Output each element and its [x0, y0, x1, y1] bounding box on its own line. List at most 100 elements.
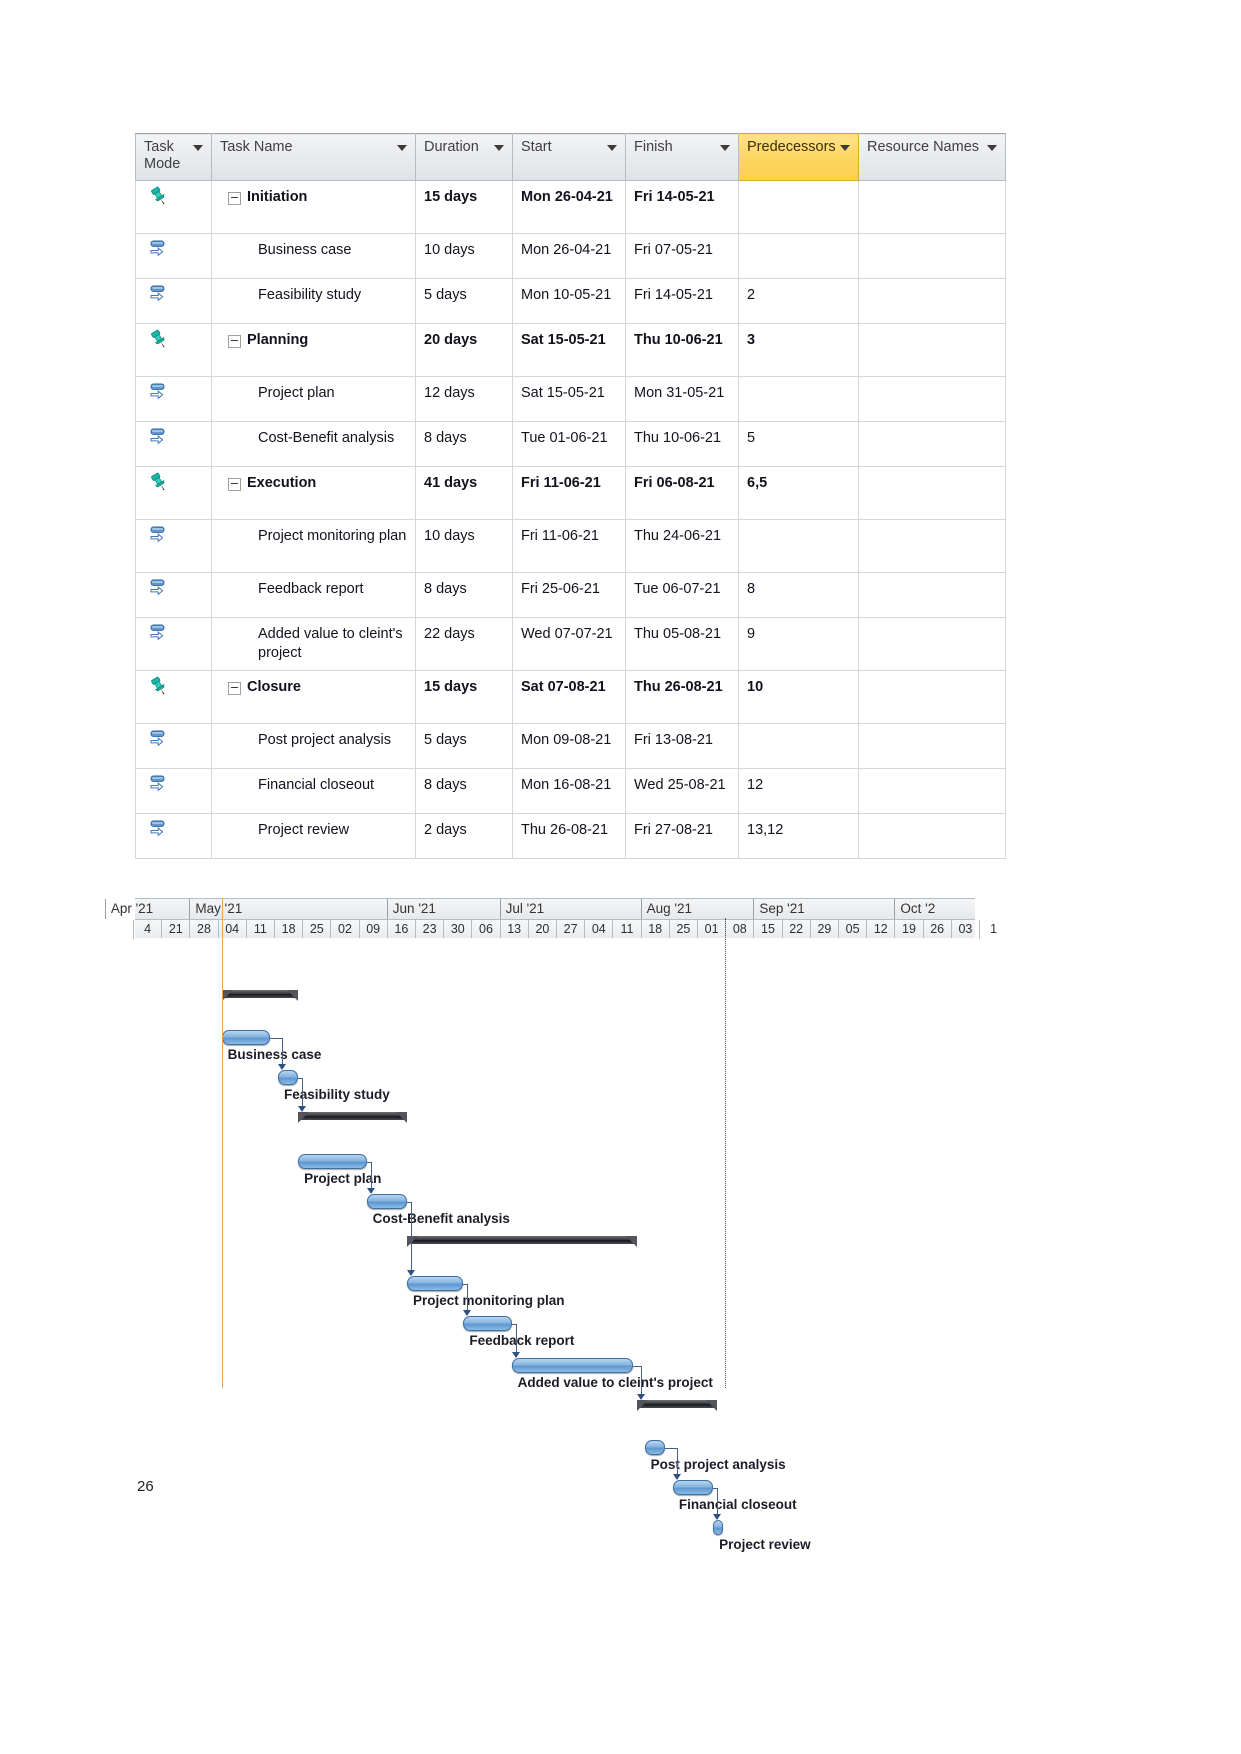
- task-name-cell[interactable]: Planning: [211, 323, 416, 377]
- task-mode-cell[interactable]: [135, 466, 212, 520]
- finish-date-cell[interactable]: Fri 07-05-21: [625, 233, 739, 279]
- chevron-down-icon[interactable]: [607, 145, 617, 151]
- start-date-cell[interactable]: Mon 26-04-21: [512, 180, 626, 234]
- collapse-toggle-icon[interactable]: [228, 478, 241, 491]
- task-name-cell[interactable]: Execution: [211, 466, 416, 520]
- gantt-task-bar[interactable]: [644, 1440, 665, 1455]
- duration-cell[interactable]: 41 days: [415, 466, 513, 520]
- gantt-task-bar[interactable]: [463, 1316, 512, 1331]
- predecessors-cell[interactable]: 10: [738, 670, 859, 724]
- duration-cell[interactable]: 15 days: [415, 670, 513, 724]
- finish-date-cell[interactable]: Fri 06-08-21: [625, 466, 739, 520]
- gantt-task-bar[interactable]: [672, 1480, 714, 1495]
- finish-date-cell[interactable]: Thu 26-08-21: [625, 670, 739, 724]
- start-date-cell[interactable]: Fri 11-06-21: [512, 466, 626, 520]
- pushpin-icon[interactable]: [148, 185, 170, 207]
- task-name-cell[interactable]: Feasibility study: [211, 278, 416, 324]
- predecessors-cell[interactable]: 12: [738, 768, 859, 814]
- predecessors-cell[interactable]: 3: [738, 323, 859, 377]
- predecessors-cell[interactable]: 2: [738, 278, 859, 324]
- start-date-cell[interactable]: Mon 09-08-21: [512, 723, 626, 769]
- resource-names-cell[interactable]: [858, 233, 1006, 279]
- task-name-cell[interactable]: Project review: [211, 813, 416, 859]
- duration-cell[interactable]: 8 days: [415, 768, 513, 814]
- finish-date-cell[interactable]: Wed 25-08-21: [625, 768, 739, 814]
- table-row[interactable]: Project monitoring plan 10 days Fri 11-06-…: [135, 519, 1006, 573]
- finish-date-cell[interactable]: Fri 13-08-21: [625, 723, 739, 769]
- pushpin-icon[interactable]: [148, 328, 170, 350]
- task-mode-cell[interactable]: [135, 813, 212, 859]
- resource-names-cell[interactable]: [858, 768, 1006, 814]
- manual-task-icon[interactable]: [148, 577, 170, 599]
- resource-names-cell[interactable]: [858, 670, 1006, 724]
- resource-names-cell[interactable]: [858, 519, 1006, 573]
- column-header-duration[interactable]: Duration: [415, 133, 513, 181]
- gantt-summary-bar[interactable]: [298, 1112, 407, 1123]
- pushpin-icon[interactable]: [148, 471, 170, 493]
- manual-task-icon[interactable]: [148, 524, 170, 546]
- table-row[interactable]: Cost-Benefit analysis 8 days Tue 01-06-21 T…: [135, 421, 1006, 467]
- resource-names-cell[interactable]: [858, 278, 1006, 324]
- finish-date-cell[interactable]: Fri 27-08-21: [625, 813, 739, 859]
- chevron-down-icon[interactable]: [840, 145, 850, 151]
- start-date-cell[interactable]: Mon 10-05-21: [512, 278, 626, 324]
- duration-cell[interactable]: 12 days: [415, 376, 513, 422]
- gantt-summary-bar[interactable]: [636, 1400, 718, 1411]
- predecessors-cell[interactable]: [738, 519, 859, 573]
- duration-cell[interactable]: 22 days: [415, 617, 513, 671]
- manual-task-icon[interactable]: [148, 238, 170, 260]
- manual-task-icon[interactable]: [148, 283, 170, 305]
- gantt-task-bar[interactable]: [511, 1358, 633, 1373]
- table-row[interactable]: Project review 2 days Thu 26-08-21 Fri 27-0…: [135, 813, 1006, 859]
- task-mode-cell[interactable]: [135, 572, 212, 618]
- chevron-down-icon[interactable]: [494, 145, 504, 151]
- gantt-task-bar[interactable]: [406, 1276, 464, 1291]
- task-name-cell[interactable]: Added value to cleint's project: [211, 617, 416, 671]
- predecessors-cell[interactable]: 6,5: [738, 466, 859, 520]
- predecessors-cell[interactable]: [738, 233, 859, 279]
- duration-cell[interactable]: 8 days: [415, 421, 513, 467]
- table-row[interactable]: Closure 15 days Sat 07-08-21 Thu 26-08-21 10: [135, 670, 1006, 724]
- finish-date-cell[interactable]: Mon 31-05-21: [625, 376, 739, 422]
- task-mode-cell[interactable]: [135, 376, 212, 422]
- predecessors-cell[interactable]: [738, 180, 859, 234]
- finish-date-cell[interactable]: Thu 24-06-21: [625, 519, 739, 573]
- chevron-down-icon[interactable]: [987, 145, 997, 151]
- resource-names-cell[interactable]: [858, 723, 1006, 769]
- table-row[interactable]: Initiation 15 days Mon 26-04-21 Fri 14-05-2…: [135, 180, 1006, 234]
- task-name-cell[interactable]: Project monitoring plan: [211, 519, 416, 573]
- pushpin-icon[interactable]: [148, 675, 170, 697]
- predecessors-cell[interactable]: 5: [738, 421, 859, 467]
- task-name-cell[interactable]: Initiation: [211, 180, 416, 234]
- start-date-cell[interactable]: Fri 11-06-21: [512, 519, 626, 573]
- table-row[interactable]: Added value to cleint's project 22 days We…: [135, 617, 1006, 671]
- table-row[interactable]: Feedback report 8 days Fri 25-06-21 Tue 06-…: [135, 572, 1006, 618]
- table-row[interactable]: Financial closeout 8 days Mon 16-08-21 Wed …: [135, 768, 1006, 814]
- task-name-cell[interactable]: Closure: [211, 670, 416, 724]
- start-date-cell[interactable]: Thu 26-08-21: [512, 813, 626, 859]
- gantt-task-bar[interactable]: [221, 1030, 270, 1045]
- manual-task-icon[interactable]: [148, 773, 170, 795]
- collapse-toggle-icon[interactable]: [228, 335, 241, 348]
- duration-cell[interactable]: 2 days: [415, 813, 513, 859]
- start-date-cell[interactable]: Mon 26-04-21: [512, 233, 626, 279]
- table-row[interactable]: Post project analysis 5 days Mon 09-08-21 F…: [135, 723, 1006, 769]
- column-header-start[interactable]: Start: [512, 133, 626, 181]
- gantt-task-bar[interactable]: [298, 1154, 367, 1169]
- task-mode-cell[interactable]: [135, 278, 212, 324]
- task-mode-cell[interactable]: [135, 180, 212, 234]
- task-mode-cell[interactable]: [135, 768, 212, 814]
- table-row[interactable]: Planning 20 days Sat 15-05-21 Thu 10-06-21 3: [135, 323, 1006, 377]
- resource-names-cell[interactable]: [858, 376, 1006, 422]
- gantt-task-bar[interactable]: [278, 1070, 299, 1085]
- gantt-summary-bar[interactable]: [221, 990, 299, 1001]
- table-row[interactable]: Execution 41 days Fri 11-06-21 Fri 06-08-21…: [135, 466, 1006, 520]
- start-date-cell[interactable]: Mon 16-08-21: [512, 768, 626, 814]
- table-row[interactable]: Feasibility study 5 days Mon 10-05-21 Fri 1…: [135, 278, 1006, 324]
- resource-names-cell[interactable]: [858, 572, 1006, 618]
- duration-cell[interactable]: 5 days: [415, 723, 513, 769]
- start-date-cell[interactable]: Fri 25-06-21: [512, 572, 626, 618]
- duration-cell[interactable]: 15 days: [415, 180, 513, 234]
- column-header-resource-names[interactable]: Resource Names: [858, 133, 1006, 181]
- start-date-cell[interactable]: Tue 01-06-21: [512, 421, 626, 467]
